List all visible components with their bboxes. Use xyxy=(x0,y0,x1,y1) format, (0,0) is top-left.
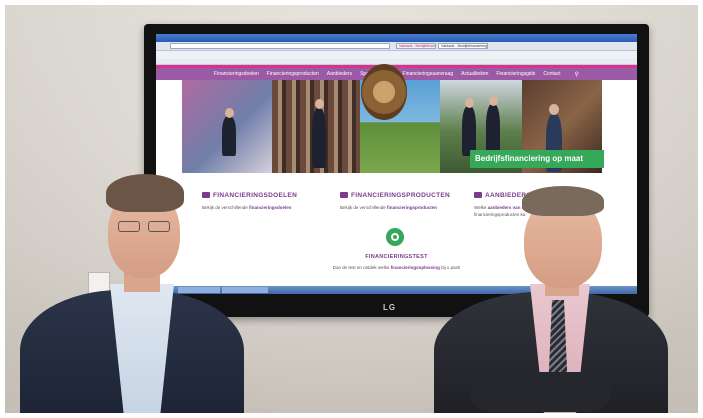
column-doelen: FINANCIERINGSDOELEN Bekijk de verschille… xyxy=(202,192,297,210)
browser-tab-1[interactable]: Vakbank - Bedrijfsfinanciering xyxy=(396,43,436,49)
person-head xyxy=(465,98,474,108)
nav-financieringsdoelen[interactable]: Financieringsdoelen xyxy=(214,71,259,77)
person-head xyxy=(315,99,324,109)
hero-banner: Bedrijfsfinanciering op maat xyxy=(470,150,604,168)
browser-address-bar: Vakbank - Bedrijfsfinanciering Vakbank -… xyxy=(156,42,637,51)
column-desc-2: financieringsproducten ka xyxy=(474,212,526,217)
wallet-icon xyxy=(340,192,348,199)
column-desc: Bekijk de verschillende financieringspro… xyxy=(340,205,438,210)
browser-titlebar xyxy=(156,34,637,42)
column-desc: Bekijk de verschillende financieringsdoe… xyxy=(202,205,292,210)
glasses-lens xyxy=(118,221,140,232)
nav-aanbieders[interactable]: Aanbieders xyxy=(327,71,352,77)
person-figure xyxy=(462,106,476,156)
person-figure xyxy=(222,116,236,156)
tv-brand-logo: LG xyxy=(383,303,397,312)
umbrella-icon xyxy=(202,192,210,199)
column-producten: FINANCIERINGSPRODUCTEN Bekijk de verschi… xyxy=(340,192,450,210)
search-icon[interactable]: ⚲ xyxy=(575,71,579,78)
browser-tab-2[interactable]: Vakbank - Bedrijfsfinanciering xyxy=(438,43,488,49)
link-oplossing[interactable]: financieringsoplossing xyxy=(391,265,440,270)
crossed-arms xyxy=(470,372,610,412)
person-head xyxy=(549,104,559,115)
link-producten[interactable]: financieringsproducten xyxy=(387,205,437,210)
browser-menubar xyxy=(156,51,637,64)
hair xyxy=(522,186,604,216)
nav-contact[interactable]: Contact xyxy=(543,71,560,77)
hero-photo-wine-cellar xyxy=(272,80,360,173)
photo: LG Vakbank - Bedrijfsfinanciering Vakban… xyxy=(0,0,703,418)
column-title[interactable]: FINANCIERINGSPRODUCTEN xyxy=(340,192,450,199)
link-aanbieders[interactable]: aanbieders van fi xyxy=(488,205,525,210)
nav-actualiteiten[interactable]: Actualiteiten xyxy=(461,71,488,77)
nav-financieringsaanvraag[interactable]: Financieringsaanvraag xyxy=(403,71,454,77)
nav-financieringsgids[interactable]: Financieringsgids xyxy=(496,71,535,77)
nav-financieringsproducten[interactable]: Financieringsproducten xyxy=(267,71,319,77)
cable-spool xyxy=(361,64,407,120)
column-title[interactable]: FINANCIERINGSDOELEN xyxy=(202,192,297,199)
taskbar-button[interactable] xyxy=(222,287,268,293)
hero-photo-office xyxy=(182,80,272,173)
link-doelen[interactable]: financieringsdoelen xyxy=(249,205,292,210)
url-field[interactable] xyxy=(170,43,390,49)
person-head xyxy=(489,96,498,106)
glasses-lens xyxy=(148,221,170,232)
taskbar-button[interactable] xyxy=(178,287,220,293)
hair xyxy=(106,174,184,212)
person-head xyxy=(225,108,234,118)
person-figure xyxy=(312,108,326,168)
person-figure xyxy=(486,104,500,156)
people-icon xyxy=(474,192,482,199)
financieringstest-icon[interactable] xyxy=(386,228,404,246)
